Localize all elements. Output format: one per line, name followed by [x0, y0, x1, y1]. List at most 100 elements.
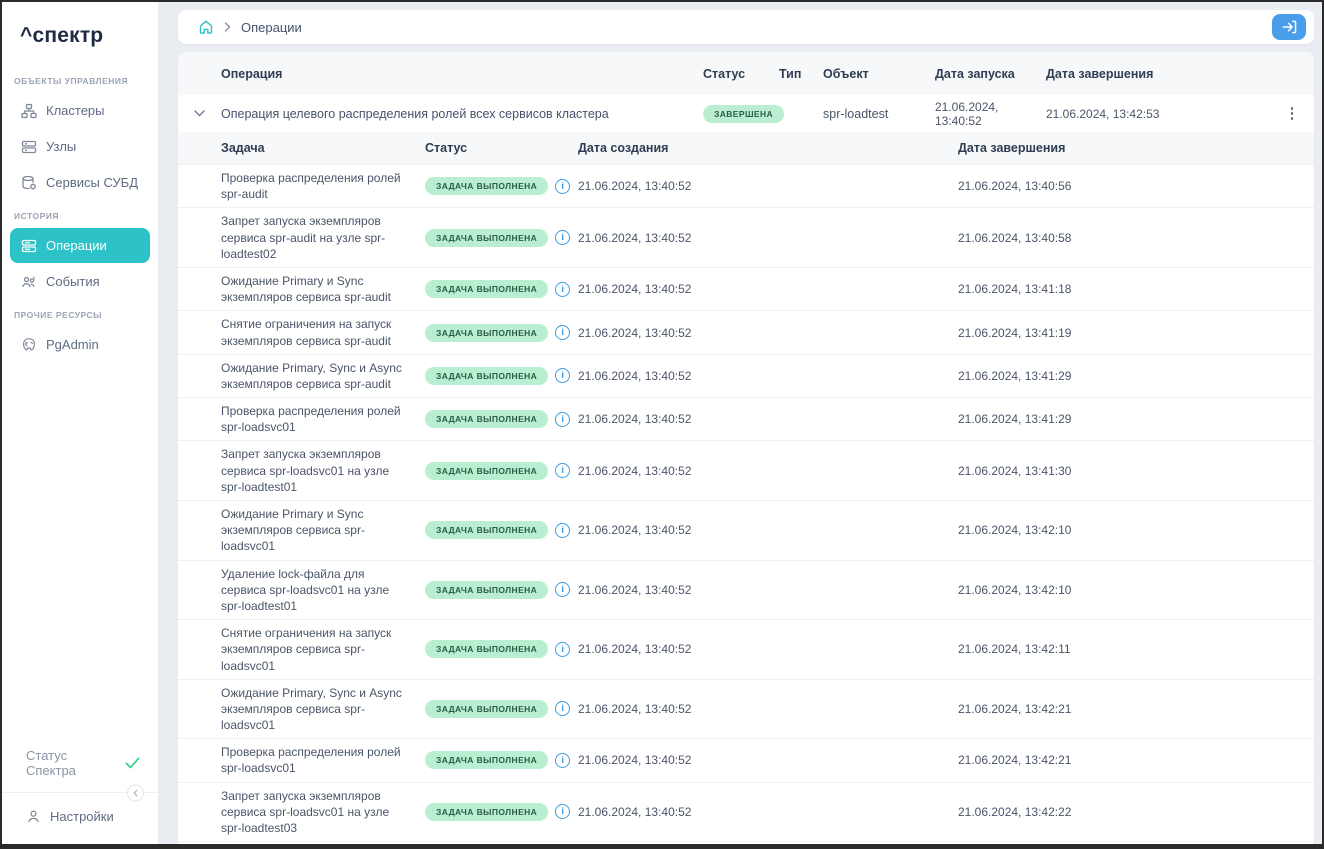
task-status-badge: ЗАДАЧА ВЫПОЛНЕНА [425, 521, 548, 539]
task-finish-date: 21.06.2024, 13:42:22 [958, 805, 1314, 819]
operation-start-date: 21.06.2024, 13:40:52 [935, 100, 1046, 128]
app-logo: ^спектр [2, 2, 158, 66]
task-name: Ожидание Primary и Sync экземпляров серв… [221, 268, 425, 310]
task-finish-date: 21.06.2024, 13:41:29 [958, 369, 1314, 383]
task-finish-date: 21.06.2024, 13:41:29 [958, 412, 1314, 426]
task-row: Ожидание Primary и Sync экземпляров серв… [178, 500, 1314, 560]
task-name: Ожидание Primary и Sync экземпляров серв… [221, 842, 425, 844]
task-status-cell: ЗАДАЧА ВЫПОЛНЕНА i [425, 751, 578, 769]
operation-row[interactable]: Операция целевого распределения ролей вс… [178, 95, 1314, 132]
task-status-badge: ЗАДАЧА ВЫПОЛНЕНА [425, 324, 548, 342]
task-status-badge: ЗАДАЧА ВЫПОЛНЕНА [425, 367, 548, 385]
task-info-icon[interactable]: i [555, 582, 570, 597]
task-created-date: 21.06.2024, 13:40:52 [578, 583, 958, 597]
task-name: Снятие ограничения на запуск экземпляров… [221, 620, 425, 679]
col-header-created-date: Дата создания [578, 141, 958, 155]
chevron-right-icon [224, 22, 231, 32]
task-info-icon[interactable]: i [555, 179, 570, 194]
task-status-badge: ЗАДАЧА ВЫПОЛНЕНА [425, 177, 548, 195]
task-name: Удаление lock-файла для сервиса spr-load… [221, 561, 425, 620]
sidebar-item-clusters[interactable]: Кластеры [10, 93, 150, 128]
task-created-date: 21.06.2024, 13:40:52 [578, 282, 958, 296]
task-status-cell: ЗАДАЧА ВЫПОЛНЕНА i [425, 581, 578, 599]
sidebar-collapse-button[interactable] [127, 785, 144, 802]
sidebar-nav: ОБЪЕКТЫ УПРАВЛЕНИЯ Кластеры [2, 66, 158, 738]
task-name: Ожидание Primary, Sync и Async экземпляр… [221, 680, 425, 739]
task-finish-date: 21.06.2024, 13:41:19 [958, 326, 1314, 340]
col-header-task-finish-date: Дата завершения [958, 141, 1314, 155]
task-info-icon[interactable]: i [555, 412, 570, 427]
task-status-badge: ЗАДАЧА ВЫПОЛНЕНА [425, 640, 548, 658]
task-finish-date: 21.06.2024, 13:42:10 [958, 583, 1314, 597]
task-created-date: 21.06.2024, 13:40:52 [578, 326, 958, 340]
task-status-cell: ЗАДАЧА ВЫПОЛНЕНА i [425, 229, 578, 247]
operations-icon [20, 237, 37, 254]
section-label-other-resources: ПРОЧИЕ РЕСУРСЫ [2, 300, 158, 326]
task-info-icon[interactable]: i [555, 230, 570, 245]
task-created-date: 21.06.2024, 13:40:52 [578, 702, 958, 716]
operation-object-cell: spr-loadtest [823, 107, 935, 121]
home-icon[interactable] [198, 19, 214, 35]
operations-table: Операция Статус Тип Объект Дата запуска … [178, 52, 1314, 844]
logout-button[interactable] [1272, 14, 1306, 40]
col-header-task: Задача [221, 141, 425, 155]
task-finish-date: 21.06.2024, 13:41:30 [958, 464, 1314, 478]
task-info-icon[interactable]: i [555, 463, 570, 478]
logout-icon [1282, 20, 1297, 34]
task-status-badge: ЗАДАЧА ВЫПОЛНЕНА [425, 410, 548, 428]
task-created-date: 21.06.2024, 13:40:52 [578, 642, 958, 656]
breadcrumb: Операции [198, 19, 1272, 35]
tasks-table-body: Проверка распределения ролей spr-audit З… [178, 164, 1314, 844]
task-created-date: 21.06.2024, 13:40:52 [578, 805, 958, 819]
task-created-date: 21.06.2024, 13:40:52 [578, 464, 958, 478]
operation-status-badge: ЗАВЕРШЕНА [703, 105, 784, 123]
task-finish-date: 21.06.2024, 13:42:21 [958, 753, 1314, 767]
chevron-down-icon[interactable] [178, 110, 221, 117]
operation-name: Операция целевого распределения ролей вс… [221, 107, 703, 121]
task-name: Проверка распределения ролей spr-loadsvc… [221, 739, 425, 781]
sidebar: ^спектр ОБЪЕКТЫ УПРАВЛЕНИЯ Кластеры [2, 2, 158, 844]
task-created-date: 21.06.2024, 13:40:52 [578, 753, 958, 767]
task-name: Снятие ограничения на запуск экземпляров… [221, 311, 425, 353]
task-info-icon[interactable]: i [555, 325, 570, 340]
sidebar-item-pgadmin[interactable]: PgAdmin [10, 327, 150, 362]
task-status-badge: ЗАДАЧА ВЫПОЛНЕНА [425, 751, 548, 769]
breadcrumb-current: Операции [241, 20, 302, 35]
operation-status-cell: ЗАВЕРШЕНА [703, 105, 779, 123]
task-finish-date: 21.06.2024, 13:40:58 [958, 231, 1314, 245]
kebab-menu-icon[interactable]: ⋮ [1270, 106, 1314, 121]
col-header-operation: Операция [221, 67, 703, 81]
sidebar-item-label: События [46, 274, 100, 289]
col-header-task-status: Статус [425, 141, 578, 155]
col-header-type: Тип [779, 67, 823, 81]
sidebar-footer: Статус Спектра [2, 738, 158, 844]
events-icon [20, 273, 37, 290]
task-row: Запрет запуска экземпляров сервиса spr-l… [178, 782, 1314, 842]
task-name: Ожидание Primary, Sync и Async экземпляр… [221, 355, 425, 397]
task-name: Запрет запуска экземпляров сервиса spr-a… [221, 208, 425, 267]
sidebar-item-dbms-services[interactable]: Сервисы СУБД [10, 165, 150, 200]
task-info-icon[interactable]: i [555, 282, 570, 297]
task-row: Проверка распределения ролей spr-loadsvc… [178, 397, 1314, 440]
task-info-icon[interactable]: i [555, 523, 570, 538]
settings-label: Настройки [50, 809, 114, 824]
pgadmin-icon [20, 336, 37, 353]
task-info-icon[interactable]: i [555, 753, 570, 768]
sidebar-item-operations[interactable]: Операции [10, 228, 150, 263]
task-info-icon[interactable]: i [555, 642, 570, 657]
sidebar-item-nodes[interactable]: Узлы [10, 129, 150, 164]
task-info-icon[interactable]: i [555, 701, 570, 716]
task-row: Проверка распределения ролей spr-loadsvc… [178, 738, 1314, 781]
sidebar-item-events[interactable]: События [10, 264, 150, 299]
task-created-date: 21.06.2024, 13:40:52 [578, 179, 958, 193]
app-window: ^спектр ОБЪЕКТЫ УПРАВЛЕНИЯ Кластеры [0, 0, 1324, 849]
task-created-date: 21.06.2024, 13:40:52 [578, 523, 958, 537]
task-status-cell: ЗАДАЧА ВЫПОЛНЕНА i [425, 177, 578, 195]
tasks-table-header: Задача Статус Дата создания Дата заверше… [178, 132, 1314, 164]
task-info-icon[interactable]: i [555, 804, 570, 819]
sidebar-item-label: Узлы [46, 139, 76, 154]
task-row: Ожидание Primary, Sync и Async экземпляр… [178, 679, 1314, 739]
task-info-icon[interactable]: i [555, 368, 570, 383]
task-status-cell: ЗАДАЧА ВЫПОЛНЕНА i [425, 410, 578, 428]
col-header-status: Статус [703, 67, 779, 81]
